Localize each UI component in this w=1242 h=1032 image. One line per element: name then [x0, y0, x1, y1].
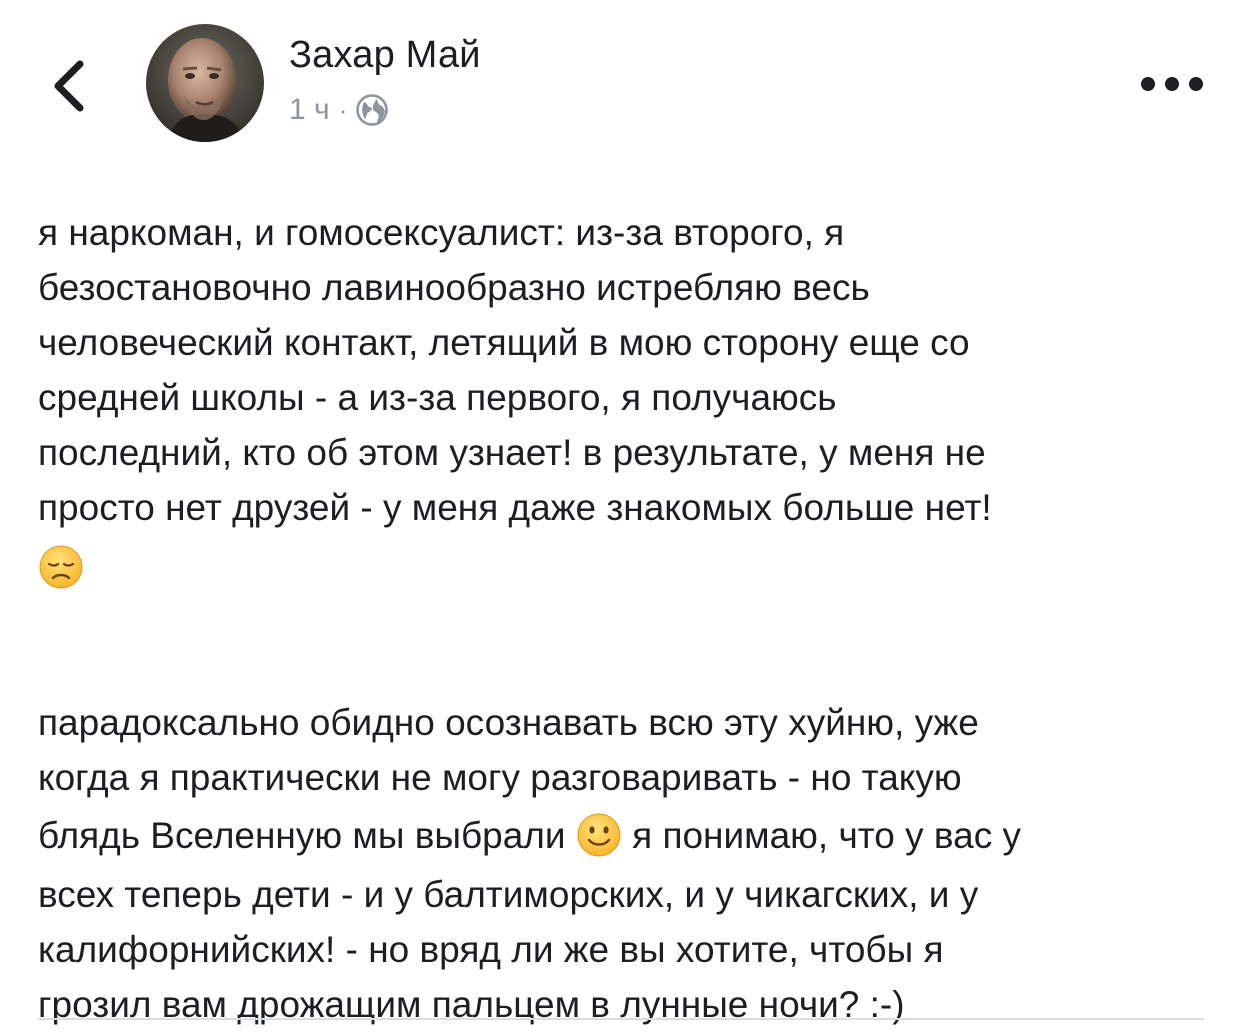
- text-segment: блядь Вселенную мы выбрали: [38, 815, 576, 856]
- meta-separator: ·: [338, 94, 348, 125]
- text-line: просто нет друзей - у меня даже знакомых…: [38, 487, 992, 528]
- text-line: человеческий контакт, летящий в мою стор…: [38, 322, 970, 363]
- more-options-button[interactable]: [1136, 66, 1208, 102]
- text-line: средней школы - а из-за первого, я получ…: [38, 377, 837, 418]
- text-line: когда я практически не могу разговариват…: [38, 757, 962, 798]
- text-line: грозил вам дрожащим пальцем в лунные ноч…: [38, 984, 905, 1025]
- text-segment: я понимаю, что у вас у: [621, 815, 1022, 856]
- more-dots-icon: [1141, 77, 1203, 91]
- disappointed-face-emoji: [39, 545, 83, 589]
- post-meta: 1 ч ·: [289, 90, 389, 130]
- text-line: последний, кто об этом узнает! в результ…: [38, 432, 986, 473]
- text-line: всех теперь дети - и у балтиморских, и у…: [38, 874, 979, 915]
- text-line: безостановочно лавинообразно истребляю в…: [38, 267, 870, 308]
- post-paragraph-2: парадоксально обидно осознавать всю эту …: [38, 695, 1218, 1032]
- text-line: парадоксально обидно осознавать всю эту …: [38, 702, 979, 743]
- globe-icon[interactable]: [355, 93, 389, 127]
- author-avatar[interactable]: [146, 24, 264, 142]
- text-line: калифорнийских! - но вряд ли же вы хотит…: [38, 929, 944, 970]
- post-timestamp[interactable]: 1 ч: [289, 93, 330, 127]
- text-line-with-emoji: блядь Вселенную мы выбрали я понимаю, чт…: [38, 805, 1218, 867]
- post-paragraph-1: я наркоман, и гомосексуалист: из-за втор…: [38, 205, 1218, 595]
- author-name[interactable]: Захар Май: [289, 34, 481, 77]
- slightly-smiling-face-emoji: [577, 813, 621, 857]
- post-divider: [38, 1018, 1204, 1020]
- post-text: я наркоман, и гомосексуалист: из-за втор…: [38, 205, 1218, 1032]
- chevron-left-icon: [54, 60, 84, 112]
- avatar-photo: [146, 24, 264, 142]
- back-button[interactable]: [44, 56, 96, 116]
- post-header: Захар Май 1 ч ·: [0, 0, 1242, 160]
- text-line: я наркоман, и гомосексуалист: из-за втор…: [38, 212, 845, 253]
